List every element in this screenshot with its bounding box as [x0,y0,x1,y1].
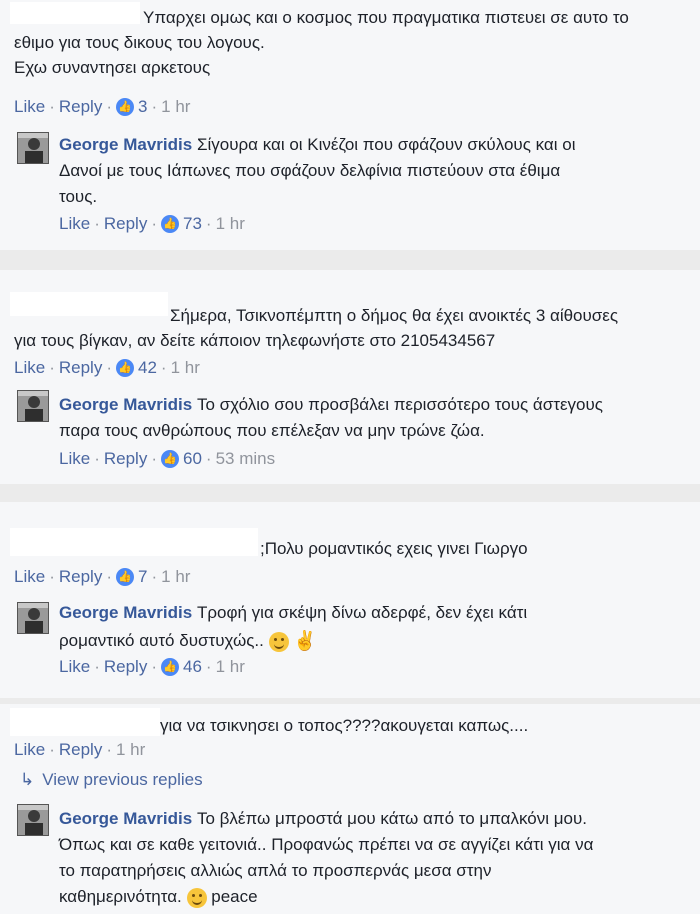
comment-thread-1: Υπαρχει ομως και ο κοσμος που πραγματικα… [0,0,700,250]
comment-thread-3: ;Πολυ ρομαντικός εχεις γινει Γιωργο Like… [0,502,700,698]
reply-actions: Like · Reply · 👍 73 · 1 hr [59,213,245,235]
timestamp[interactable]: 53 mins [216,448,276,470]
like-link[interactable]: Like [59,448,90,470]
like-reaction-icon[interactable]: 👍 [161,658,179,676]
smile-emoji-icon [268,631,289,652]
reply-text-line: τους. [59,187,98,206]
author-name-link[interactable]: George Mavridis [59,809,192,828]
comment-thread-4: για να τσικνησει ο τοπος????ακουγεται κα… [0,704,700,914]
timestamp[interactable]: 1 hr [161,566,190,588]
reply-text-line: George Mavridis Το βλέπω μπροστά μου κάτ… [59,806,587,831]
timestamp[interactable]: 1 hr [216,656,245,678]
redacted-author-name [10,2,140,24]
reply-text: καθημερινότητα. [59,887,182,906]
comment-text-line: εθιμο για τους δικους του λογους. [14,33,265,52]
like-link[interactable]: Like [59,656,90,678]
author-name-link[interactable]: George Mavridis [59,603,192,622]
comment-text-line: Σήμερα, Τσικνοπέμπτη ο δήμος θα έχει ανο… [170,306,619,325]
author-name-link[interactable]: George Mavridis [59,395,192,414]
reply-link[interactable]: Reply [59,96,102,118]
reply-text-line: George Mavridis Το σχόλιο σου προσβάλει … [59,392,603,417]
reply-link[interactable]: Reply [59,357,102,379]
comment-text-line: Υπαρχει ομως και ο κοσμος που πραγματικα… [143,8,629,27]
reply-link[interactable]: Reply [59,566,102,588]
reply-text-line: καθημερινότητα. peace [59,884,258,909]
reply-actions: Like · Reply · 👍 46 · 1 hr [59,656,245,678]
redacted-author-name [10,292,168,316]
like-link[interactable]: Like [14,566,45,588]
reply-text-line: ρομαντικό αυτό δυστυχώς.. ✌ [59,628,317,653]
smile-emoji-icon [186,887,207,908]
reaction-count[interactable]: 60 [183,448,202,470]
like-link[interactable]: Like [14,96,45,118]
reaction-count[interactable]: 46 [183,656,202,678]
like-reaction-icon[interactable]: 👍 [116,359,134,377]
avatar[interactable] [17,132,49,164]
timestamp[interactable]: 1 hr [161,96,190,118]
like-reaction-icon[interactable]: 👍 [161,450,179,468]
like-reaction-icon[interactable]: 👍 [161,215,179,233]
like-link[interactable]: Like [14,739,45,761]
reply-text: Σίγουρα και οι Κινέζοι που σφάζουν σκύλο… [196,135,576,154]
reply-arrow-icon: ↳ [20,770,35,789]
like-link[interactable]: Like [14,357,45,379]
like-reaction-icon[interactable]: 👍 [116,568,134,586]
reaction-count[interactable]: 3 [138,96,147,118]
avatar[interactable] [17,602,49,634]
reply-link[interactable]: Reply [104,448,147,470]
reaction-count[interactable]: 7 [138,566,147,588]
reply-link[interactable]: Reply [104,213,147,235]
view-previous-replies-link[interactable]: ↳ View previous replies [20,770,203,790]
comment-text-line: ;Πολυ ρομαντικός εχεις γινει Γιωργο [260,539,528,558]
like-reaction-icon[interactable]: 👍 [116,98,134,116]
timestamp[interactable]: 1 hr [171,357,200,379]
reply-actions: Like · Reply · 👍 60 · 53 mins [59,448,276,470]
reply-text: Το σχόλιο σου προσβάλει περισσότερο τους… [196,395,603,414]
view-previous-label: View previous replies [42,770,203,789]
like-link[interactable]: Like [59,213,90,235]
comment-thread-2: Σήμερα, Τσικνοπέμπτη ο δήμος θα έχει ανο… [0,270,700,484]
timestamp[interactable]: 1 hr [216,213,245,235]
reply-text: Το βλέπω μπροστά μου κάτω από το μπαλκόν… [196,809,588,828]
redacted-author-name [10,528,258,556]
avatar[interactable] [17,804,49,836]
reply-text-line: George Mavridis Σίγουρα και οι Κινέζοι π… [59,132,576,157]
comment-actions: Like · Reply · 1 hr [14,739,146,761]
reply-link[interactable]: Reply [59,739,102,761]
timestamp[interactable]: 1 hr [116,739,145,761]
reply-text-line: παρα τους ανθρώπους που επέλεξαν να μην … [59,421,485,440]
comment-text-line: για να τσικνησει ο τοπος????ακουγεται κα… [160,716,529,735]
reply-text: peace [211,887,258,906]
avatar[interactable] [17,390,49,422]
reply-text: ρομαντικό αυτό δυστυχώς.. [59,631,264,650]
reply-text-line: Δανοί με τους Ιάπωνες που σφάζουν δελφίν… [59,161,561,180]
comment-text-line: για τους βίγκαν, αν δείτε κάποιον τηλεφω… [14,331,496,350]
author-name-link[interactable]: George Mavridis [59,135,192,154]
reaction-count[interactable]: 73 [183,213,202,235]
redacted-author-name [10,708,160,736]
comment-actions: Like · Reply · 👍 7 · 1 hr [14,566,191,588]
comment-text-line: Εχω συναντησει αρκετους [14,58,211,77]
reply-text-line: George Mavridis Τροφή για σκέψη δίνω αδε… [59,600,527,625]
reply-text-line: Όπως και σε καθε γειτονιά.. Προφανώς πρέ… [59,835,594,854]
victory-hand-emoji-icon: ✌ [293,630,318,652]
reply-text-line: το παρατηρήσεις αλλιώς απλά το προσπερνά… [59,861,492,880]
reply-link[interactable]: Reply [104,656,147,678]
reaction-count[interactable]: 42 [138,357,157,379]
comment-actions: Like · Reply · 👍 3 · 1 hr [14,96,191,118]
comment-actions: Like · Reply · 👍 42 · 1 hr [14,357,200,379]
reply-text: Τροφή για σκέψη δίνω αδερφέ, δεν έχει κά… [196,603,528,622]
